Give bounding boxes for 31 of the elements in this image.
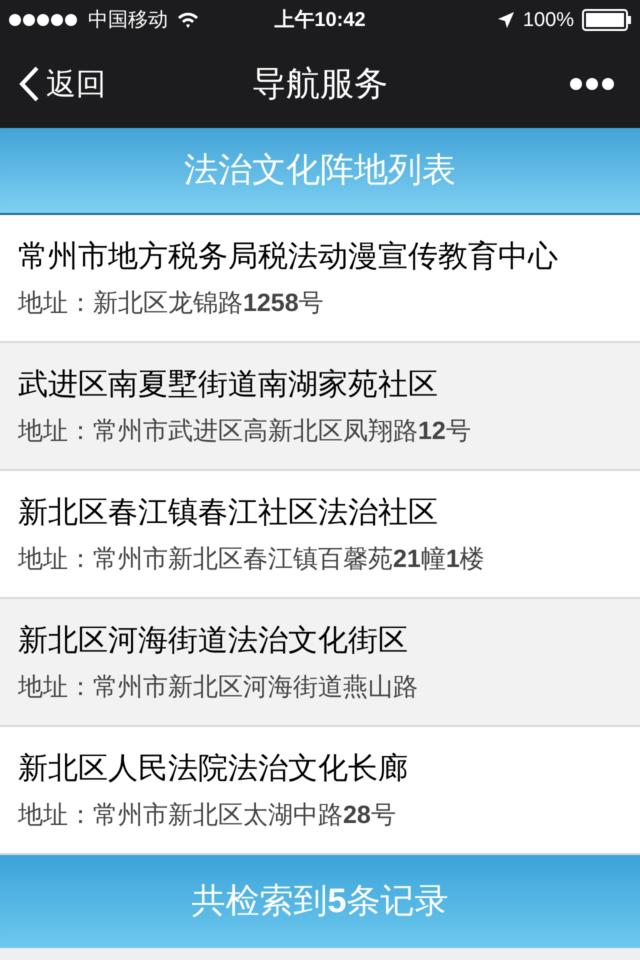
- carrier-name: 中国移动: [88, 8, 168, 33]
- battery-percent: 100%: [522, 8, 574, 33]
- place-name: 新北区春江镇春江社区法治社区: [18, 494, 439, 531]
- more-icon[interactable]: [570, 78, 614, 90]
- location-arrow-icon: [496, 11, 515, 29]
- battery-icon: [582, 9, 632, 31]
- list-item[interactable]: 常州市地方税务局税法动漫宣传教育中心 地址：新北区龙锦路1258号: [0, 215, 640, 343]
- address-label: 地址：: [18, 800, 93, 831]
- page-title: 导航服务: [252, 64, 388, 104]
- address-text: 常州市新北区太湖中路28号: [93, 800, 396, 831]
- address-text: 常州市新北区河海街道燕山路: [93, 672, 418, 703]
- signal-icon: [8, 13, 80, 27]
- list-item[interactable]: 新北区春江镇春江社区法治社区 地址：常州市新北区春江镇百馨苑21幢1楼: [0, 471, 640, 599]
- wifi-icon: [176, 11, 200, 29]
- address-label: 地址：: [18, 288, 93, 319]
- address-text: 常州市新北区春江镇百馨苑21幢1楼: [93, 544, 485, 575]
- address-label: 地址：: [18, 416, 93, 447]
- address-label: 地址：: [18, 544, 93, 575]
- address-label: 地址：: [18, 672, 93, 703]
- status-time: 上午10:42: [274, 8, 366, 33]
- result-count-bar: 共检索到5条记录: [0, 855, 640, 948]
- back-chevron-icon: [18, 66, 40, 102]
- place-name: 武进区南夏墅街道南湖家苑社区: [18, 366, 439, 403]
- back-button[interactable]: 返回: [18, 62, 106, 106]
- place-name: 新北区人民法院法治文化长廊: [18, 750, 409, 787]
- address-text: 新北区龙锦路1258号: [93, 288, 324, 319]
- address-text: 常州市武进区高新北区凤翔路12号: [93, 416, 471, 447]
- list-header: 法治文化阵地列表: [0, 128, 640, 215]
- place-name: 新北区河海街道法治文化街区: [18, 622, 409, 659]
- place-name: 常州市地方税务局税法动漫宣传教育中心: [18, 238, 559, 275]
- list-item[interactable]: 新北区人民法院法治文化长廊 地址：常州市新北区太湖中路28号: [0, 727, 640, 855]
